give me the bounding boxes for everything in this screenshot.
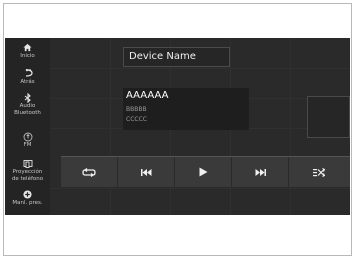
- previous-track-icon: [140, 168, 152, 176]
- sidebar-item-label: Manl. pres.: [12, 200, 43, 206]
- bluetooth-icon: [5, 93, 50, 103]
- shuffle-icon: [313, 167, 326, 177]
- phone-projection-icon: [5, 159, 50, 169]
- sidebar-item-label: Atrás: [20, 79, 35, 85]
- next-track-button[interactable]: [232, 157, 289, 187]
- sidebar-item-label-line2: Bluetooth: [14, 109, 41, 116]
- grid-line: [110, 38, 111, 215]
- repeat-icon: [82, 167, 96, 177]
- sidebar-item-home[interactable]: Inicio: [5, 43, 50, 60]
- grid-line: [5, 68, 350, 69]
- plus-icon: [5, 190, 50, 200]
- sidebar-item-label: Inicio: [20, 53, 35, 59]
- sidebar-item-bluetooth-audio[interactable]: Audio Bluetooth: [5, 93, 50, 116]
- sidebar-item-fm[interactable]: FM: [5, 132, 50, 149]
- sidebar-item-label: FM: [23, 142, 32, 148]
- sidebar: Inicio Atrás Audio Bluetooth FM Proyecci…: [5, 38, 50, 215]
- head-unit-screen: Inicio Atrás Audio Bluetooth FM Proyecci…: [5, 38, 350, 215]
- home-icon: [5, 43, 50, 53]
- track-album: CCCCC: [126, 116, 147, 123]
- album-art-placeholder: [307, 96, 350, 138]
- grid-line: [290, 38, 291, 215]
- grid-line: [5, 188, 350, 189]
- sidebar-item-label-line2: de teléfono: [11, 175, 44, 182]
- next-track-icon: [255, 168, 266, 176]
- repeat-button[interactable]: [61, 157, 118, 187]
- device-name: Device Name: [129, 51, 196, 62]
- shuffle-button[interactable]: [289, 157, 350, 187]
- track-title: AAAAAA: [126, 90, 169, 101]
- sidebar-item-presets[interactable]: Manl. pres.: [5, 190, 50, 207]
- playback-control-bar: [61, 156, 350, 187]
- sidebar-item-back[interactable]: Atrás: [5, 69, 50, 86]
- play-icon: [199, 167, 208, 177]
- back-icon: [5, 69, 50, 79]
- radio-icon: [5, 132, 50, 142]
- track-info-panel: AAAAAA BBBBB CCCCC: [123, 88, 249, 130]
- previous-track-button[interactable]: [118, 157, 175, 187]
- track-artist: BBBBB: [126, 106, 147, 113]
- device-name-header[interactable]: Device Name: [123, 47, 230, 67]
- play-button[interactable]: [175, 157, 232, 187]
- sidebar-item-phone-projection[interactable]: Proyección de teléfono: [5, 159, 50, 182]
